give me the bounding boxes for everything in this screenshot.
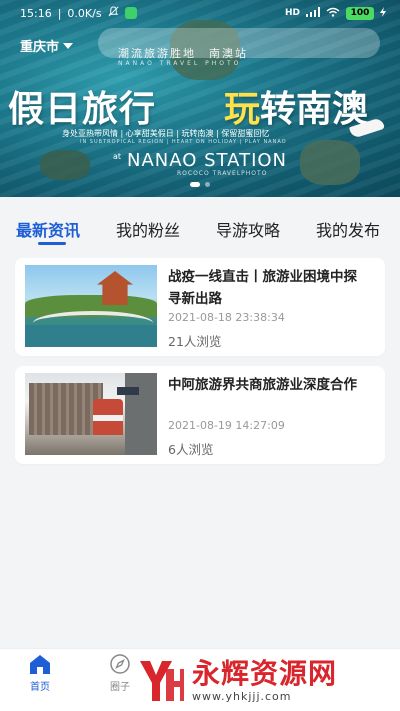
bell-muted-icon xyxy=(108,6,119,20)
tab-active-indicator xyxy=(38,242,66,245)
thumb-train-stripe xyxy=(93,415,123,421)
banner-rock xyxy=(300,140,360,185)
watermark: 永辉资源网 www.yhkjjj.com xyxy=(136,652,400,708)
compass-icon xyxy=(108,653,132,675)
tabbar-home[interactable]: 首页 xyxy=(0,649,80,696)
signal-icon xyxy=(306,6,320,20)
caret-down-icon xyxy=(63,42,74,49)
home-icon xyxy=(28,653,52,675)
status-time: 15:16 xyxy=(20,6,52,20)
tab-latest-news[interactable]: 最新资讯 xyxy=(16,217,80,241)
banner-pagination xyxy=(0,182,400,187)
thumb-water xyxy=(25,325,157,347)
banner-tagline: 身处亚热带风情 | 心享甜美假日 | 玩转南澳 | 保留甜蜜回忆 xyxy=(62,129,270,138)
banner-title-accent: 玩 xyxy=(224,88,261,130)
search-input[interactable] xyxy=(98,28,380,58)
status-bar: 15:16 | 0.0K/s HD 100 xyxy=(0,0,400,26)
article-date: 2021-08-18 23:38:34 xyxy=(168,311,285,324)
thumb-station-sign xyxy=(117,387,139,395)
banner-dot-active[interactable] xyxy=(190,182,200,187)
city-selector[interactable]: 重庆市 xyxy=(20,36,74,55)
banner-title-left: 假日旅行 xyxy=(8,88,157,130)
tabbar-label: 首页 xyxy=(30,681,50,693)
banner-dot[interactable] xyxy=(205,182,210,187)
banner-title-right: 玩转南澳 xyxy=(224,80,368,132)
banner-title-rest: 转南澳 xyxy=(260,88,369,130)
banner-station-sub: ROCOCO TRAVELPHOTO xyxy=(177,170,268,177)
status-divider: | xyxy=(57,6,62,20)
network-type: HD xyxy=(284,8,300,18)
article-card[interactable]: 战疫一线直击丨旅游业困境中探寻新出路 2021-08-18 23:38:34 2… xyxy=(15,258,385,356)
article-views: 6人浏览 xyxy=(168,442,214,457)
banner-station-at: at xyxy=(113,152,122,161)
category-tabs: 最新资讯 我的粉丝 导游攻略 我的发布 xyxy=(0,197,400,247)
charging-icon xyxy=(380,6,386,20)
thumb-train-car xyxy=(29,383,103,435)
article-title: 中阿旅游界共商旅游业深度合作 xyxy=(168,377,357,393)
banner-station: NANAO STATION xyxy=(127,150,288,171)
article-thumbnail xyxy=(25,373,157,455)
article-title: 战疫一线直击丨旅游业困境中探寻新出路 xyxy=(168,269,357,307)
watermark-url: www.yhkjjj.com xyxy=(192,689,292,703)
wifi-icon xyxy=(326,7,340,20)
article-views: 21人浏览 xyxy=(168,334,222,349)
article-date: 2021-08-19 14:27:09 xyxy=(168,419,285,432)
banner-tagline-en: IN SUBTROPICAL REGION | HEART ON HOLIDAY… xyxy=(80,139,287,145)
status-speed: 0.0K/s xyxy=(67,6,102,20)
watermark-logo xyxy=(140,661,184,701)
battery-icon: 100 xyxy=(346,6,374,20)
article-thumbnail xyxy=(25,265,157,347)
tab-guide-tips[interactable]: 导游攻略 xyxy=(216,217,280,241)
thumb-pavilion xyxy=(97,271,133,305)
app-notification-icon xyxy=(124,7,137,19)
banner-subtitle-en: NANAO TRAVEL PHOTO xyxy=(118,60,242,67)
city-name: 重庆市 xyxy=(20,40,60,55)
tab-my-posts[interactable]: 我的发布 xyxy=(316,217,380,241)
watermark-title: 永辉资源网 xyxy=(192,656,338,690)
article-card[interactable]: 中阿旅游界共商旅游业深度合作 2021-08-19 14:27:09 6人浏览 xyxy=(15,366,385,464)
tab-my-fans[interactable]: 我的粉丝 xyxy=(116,217,180,241)
banner-rock xyxy=(40,150,90,180)
thumb-platform-roof xyxy=(125,373,157,455)
tabbar-label: 圈子 xyxy=(110,681,130,693)
